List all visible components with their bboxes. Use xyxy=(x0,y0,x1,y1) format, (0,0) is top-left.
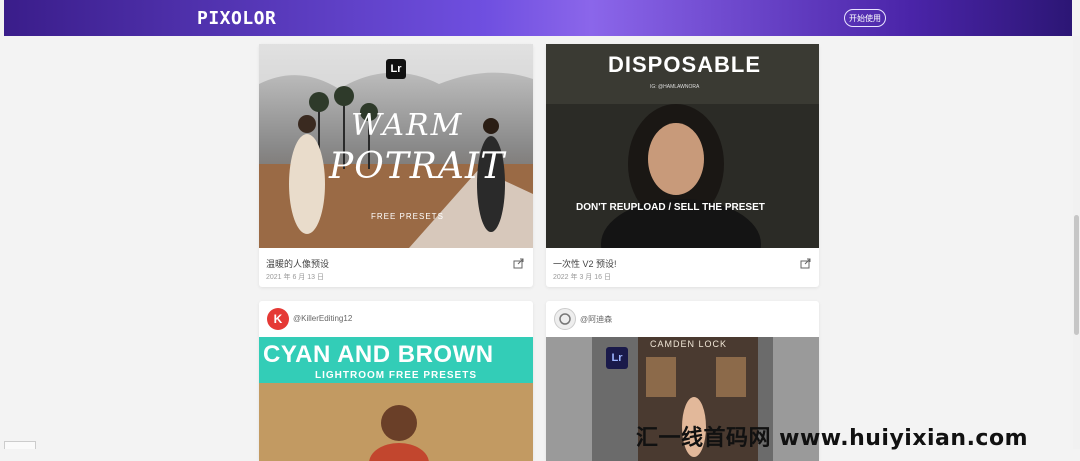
avatar[interactable] xyxy=(554,308,576,330)
image-subtitle: LIGHTROOM FREE PRESETS xyxy=(315,370,478,381)
image-title-line1: WARM xyxy=(351,108,464,143)
top-navigation-bar: PIXOLOR 开始使用 xyxy=(4,0,1072,36)
watermark-text: 汇一线首码网 www.huiyixian.com xyxy=(636,426,1029,451)
author-handle[interactable]: @KillerEditing12 xyxy=(293,314,352,323)
image-title: CYAN AND BROWN xyxy=(263,341,494,368)
preset-title[interactable]: 一次性 V2 预设! xyxy=(553,257,617,270)
bottom-left-tab[interactable] xyxy=(4,441,36,449)
preset-date: 2021 年 6 月 13 日 xyxy=(266,274,324,281)
preset-card-disposable[interactable]: DISPOSABLE IG: @HAMLAWNORA DON'T REUPLOA… xyxy=(546,44,819,287)
shop-sign: CAMDEN LOCK xyxy=(650,339,728,349)
image-handle: IG: @HAMLAWNORA xyxy=(650,84,700,90)
share-icon[interactable] xyxy=(513,257,525,269)
preset-title[interactable]: 温暖的人像预设 xyxy=(266,257,329,270)
preset-card-warm-portrait[interactable]: Lr WARM POTRAIT FREE PRESETS 温暖的人像预设 202… xyxy=(259,44,533,287)
image-subtitle: FREE PRESETS xyxy=(371,212,444,221)
preset-image-disposable[interactable]: DISPOSABLE IG: @HAMLAWNORA DON'T REUPLOA… xyxy=(546,44,819,248)
get-started-button[interactable]: 开始使用 xyxy=(844,9,886,27)
avatar-letter: K xyxy=(273,312,283,326)
preset-image-warm-portrait[interactable]: Lr WARM POTRAIT FREE PRESETS xyxy=(259,44,533,248)
preset-image-cyan-brown[interactable]: CYAN AND BROWN LIGHTROOM FREE PRESETS xyxy=(259,337,533,461)
share-icon[interactable] xyxy=(800,257,812,269)
image-title-line2: POTRAIT xyxy=(329,146,506,187)
lightroom-badge: Lr xyxy=(390,63,402,75)
lightroom-badge: Lr xyxy=(611,352,623,364)
author-handle[interactable]: @阿迪森 xyxy=(580,314,612,325)
avatar[interactable]: K xyxy=(267,308,289,330)
site-logo[interactable]: PIXOLOR xyxy=(197,8,276,29)
image-title: DISPOSABLE xyxy=(608,52,762,77)
image-caption: DON'T REUPLOAD / SELL THE PRESET xyxy=(576,202,765,213)
preset-date: 2022 年 3 月 16 日 xyxy=(553,274,611,281)
scrollbar-thumb[interactable] xyxy=(1074,215,1079,335)
card-author-header: @阿迪森 xyxy=(546,301,820,337)
card-author-header: K @KillerEditing12 xyxy=(259,301,533,337)
preset-card-cyan-brown[interactable]: K @KillerEditing12 CYAN AND BROWN LIGHTR… xyxy=(259,301,533,461)
